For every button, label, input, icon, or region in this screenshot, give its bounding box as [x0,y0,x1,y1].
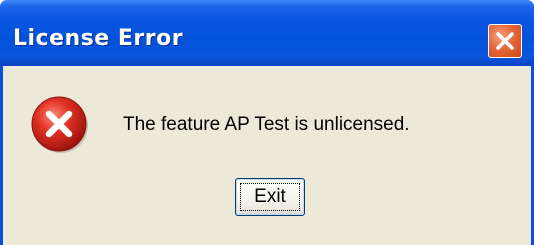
close-icon [496,32,514,50]
exit-button-label: Exit [240,183,300,211]
license-error-dialog: License Error The feature AP Test is unl… [0,0,534,245]
error-message: The feature AP Test is unlicensed. [123,114,410,135]
close-button[interactable] [488,24,522,58]
exit-button[interactable]: Exit [235,178,305,216]
dialog-title: License Error [13,26,184,51]
dialog-body: The feature AP Test is unlicensed. Exit [3,66,531,245]
title-bar[interactable]: License Error [0,0,534,66]
error-icon [31,96,88,153]
